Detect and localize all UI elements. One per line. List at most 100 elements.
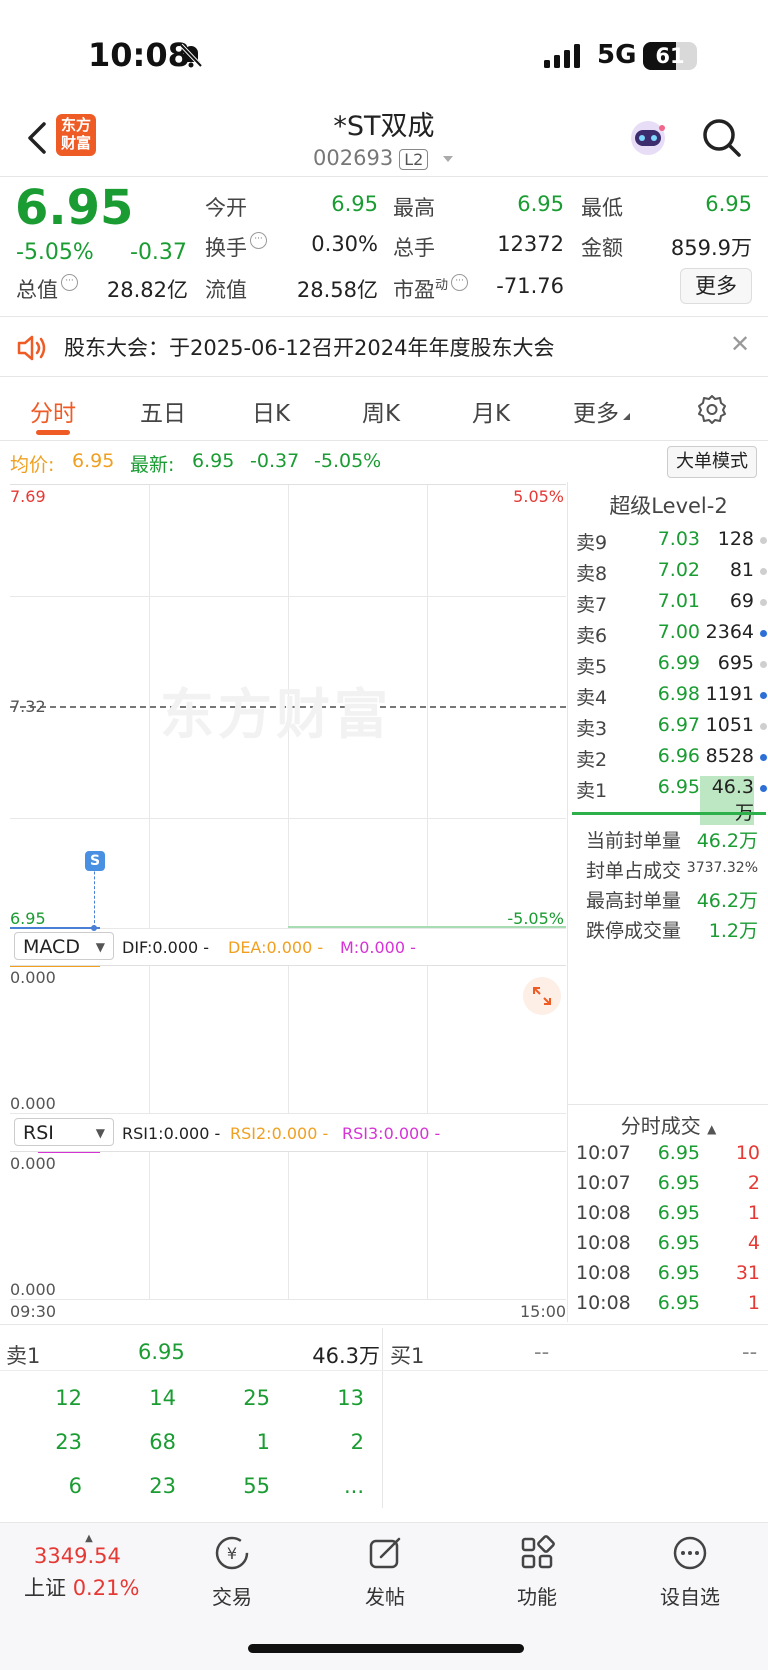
ask-level: 卖8 bbox=[576, 563, 608, 585]
ask-dot-icon bbox=[760, 754, 767, 761]
gear-icon[interactable] bbox=[697, 394, 727, 424]
sell1-label: 卖1 bbox=[6, 1344, 41, 1368]
queue-order: 23 bbox=[149, 1474, 176, 1498]
announcement-text: 股东大会：于2025-06-12召开2024年年度股东大会 bbox=[64, 336, 555, 360]
nav-add-watchlist-label: 设自选 bbox=[660, 1585, 720, 1609]
high-label: 最高 bbox=[393, 196, 435, 220]
trade-time: 10:08 bbox=[576, 1232, 631, 1254]
ask-price: 6.96 bbox=[657, 745, 700, 767]
trade-price: 6.95 bbox=[657, 1262, 700, 1284]
speaker-icon bbox=[17, 335, 46, 361]
caret-up-icon: ▲ bbox=[85, 1533, 93, 1544]
level2-title[interactable]: 超级Level-2 bbox=[568, 490, 768, 520]
ask-dot-icon bbox=[760, 630, 767, 637]
trade-time: 10:08 bbox=[576, 1262, 631, 1284]
trade-volume: 1 bbox=[747, 1202, 760, 1224]
ask-price: 6.99 bbox=[657, 652, 700, 674]
tab-more[interactable]: 更多 bbox=[573, 394, 631, 428]
active-tab-indicator bbox=[36, 430, 70, 435]
macd-name: MACD bbox=[23, 936, 80, 958]
rsi-bottom-tick: 0.000 bbox=[10, 1280, 56, 1299]
assistant-robot-icon[interactable] bbox=[626, 118, 670, 158]
pe-label[interactable]: 市盈动 ··· bbox=[393, 274, 469, 304]
buy1-price: -- bbox=[534, 1340, 550, 1364]
announcement-bar[interactable]: 股东大会：于2025-06-12召开2024年年度股东大会 ✕ bbox=[0, 318, 768, 376]
rsi1: RSI1:0.000 - bbox=[122, 1124, 221, 1143]
latest-change-pct: -5.05% bbox=[314, 450, 382, 472]
seal-label: 跌停成交量 bbox=[586, 920, 682, 942]
ask-row[interactable]: 卖1 6.95 46.3万 bbox=[576, 772, 767, 825]
rsi3: RSI3:0.000 - bbox=[342, 1124, 441, 1143]
watermark: 东方财富 bbox=[160, 683, 392, 746]
nav-trade[interactable]: ¥ 交易 bbox=[182, 1533, 282, 1610]
queue-order: ... bbox=[343, 1474, 364, 1498]
rsi-chart[interactable]: 0.000 0.000 bbox=[10, 1151, 566, 1300]
ask-separator bbox=[572, 812, 766, 815]
low-value: 6.95 bbox=[705, 192, 752, 216]
turnover-label[interactable]: 换手 ··· bbox=[205, 232, 267, 262]
ask-row[interactable]: 卖9 7.03 128 bbox=[576, 524, 767, 555]
trades-header[interactable]: 分时成交 ▲ bbox=[568, 1110, 768, 1139]
ask-row[interactable]: 卖6 7.00 2364 bbox=[576, 617, 767, 648]
ask-volume: 81 bbox=[729, 559, 754, 581]
tab-daily-k[interactable]: 日K bbox=[252, 394, 290, 428]
rsi-selector[interactable]: RSI ▼ bbox=[14, 1118, 114, 1146]
tab-intraday[interactable]: 分时 bbox=[30, 394, 76, 428]
time-start: 09:30 bbox=[10, 1302, 57, 1321]
ask-row[interactable]: 卖7 7.01 69 bbox=[576, 586, 767, 617]
nav-functions[interactable]: 功能 bbox=[487, 1533, 587, 1610]
ask-volume: 2364 bbox=[705, 621, 754, 643]
nav-functions-label: 功能 bbox=[517, 1585, 557, 1609]
nav-post[interactable]: 发帖 bbox=[335, 1533, 435, 1610]
macd-selector[interactable]: MACD ▼ bbox=[14, 932, 114, 960]
svg-text:¥: ¥ bbox=[227, 1544, 237, 1563]
avg-label: 均价: bbox=[10, 454, 55, 476]
tab-weekly-k[interactable]: 周K bbox=[362, 394, 400, 428]
queue-order: 68 bbox=[149, 1430, 176, 1454]
float-label: 流值 bbox=[205, 278, 247, 302]
pct-tick-bottom: -5.05% bbox=[507, 909, 564, 928]
chart-tabs: 分时 五日 日K 周K 月K 更多 bbox=[0, 380, 768, 438]
index-ticker[interactable]: ▲ 3349.54 上证 0.21% bbox=[14, 1533, 144, 1602]
more-dots-icon bbox=[673, 1536, 707, 1570]
nav-add-watchlist[interactable]: 设自选 bbox=[640, 1533, 740, 1610]
ask-row[interactable]: 卖5 6.99 695 bbox=[576, 648, 767, 679]
ask-price: 7.01 bbox=[657, 590, 700, 612]
seal-value: 1.2万 bbox=[708, 920, 758, 942]
ask-level: 卖2 bbox=[576, 749, 608, 771]
grid-icon bbox=[521, 1535, 555, 1569]
close-icon[interactable]: ✕ bbox=[730, 330, 750, 358]
macd-top-tick: 0.000 bbox=[10, 968, 56, 987]
ask-price: 6.97 bbox=[657, 714, 700, 736]
more-button[interactable]: 更多 bbox=[680, 268, 752, 304]
amount-label: 金额 bbox=[581, 236, 623, 260]
ask-price: 7.03 bbox=[657, 528, 700, 550]
macd-bottom-tick: 0.000 bbox=[10, 1094, 56, 1113]
index-pct: 0.21% bbox=[72, 1576, 140, 1600]
big-order-mode-button[interactable]: 大单模式 bbox=[667, 446, 757, 478]
sell-signal-marker[interactable]: S bbox=[85, 851, 105, 871]
tab-five-day[interactable]: 五日 bbox=[140, 394, 186, 428]
ask-row[interactable]: 卖4 6.98 1191 bbox=[576, 679, 767, 710]
status-time: 10:08 bbox=[88, 36, 190, 74]
ask-row[interactable]: 卖3 6.97 1051 bbox=[576, 710, 767, 741]
latest-value: 6.95 bbox=[192, 450, 235, 472]
search-icon[interactable] bbox=[700, 116, 742, 158]
tab-monthly-k[interactable]: 月K bbox=[472, 394, 510, 428]
ask-row[interactable]: 卖2 6.96 8528 bbox=[576, 741, 767, 772]
change-percent: -5.05% bbox=[16, 240, 94, 265]
ask-row[interactable]: 卖8 7.02 81 bbox=[576, 555, 767, 586]
ask-level: 卖9 bbox=[576, 532, 608, 554]
ask-volume: 8528 bbox=[705, 745, 754, 767]
queue-order: 6 bbox=[68, 1474, 82, 1498]
macd-chart[interactable]: 0.000 0.000 bbox=[10, 965, 566, 1114]
current-price: 6.95 bbox=[15, 180, 134, 236]
caret-down-icon bbox=[442, 156, 453, 162]
macd-dea: DEA:0.000 - bbox=[228, 938, 324, 957]
trade-time: 10:08 bbox=[576, 1292, 631, 1314]
mktcap-label[interactable]: 总值 ··· bbox=[16, 274, 78, 304]
trade-time: 10:07 bbox=[576, 1172, 631, 1194]
latest-label: 最新: bbox=[130, 454, 175, 476]
expand-icon[interactable] bbox=[522, 976, 562, 1016]
amount-value: 859.9万 bbox=[670, 236, 752, 260]
